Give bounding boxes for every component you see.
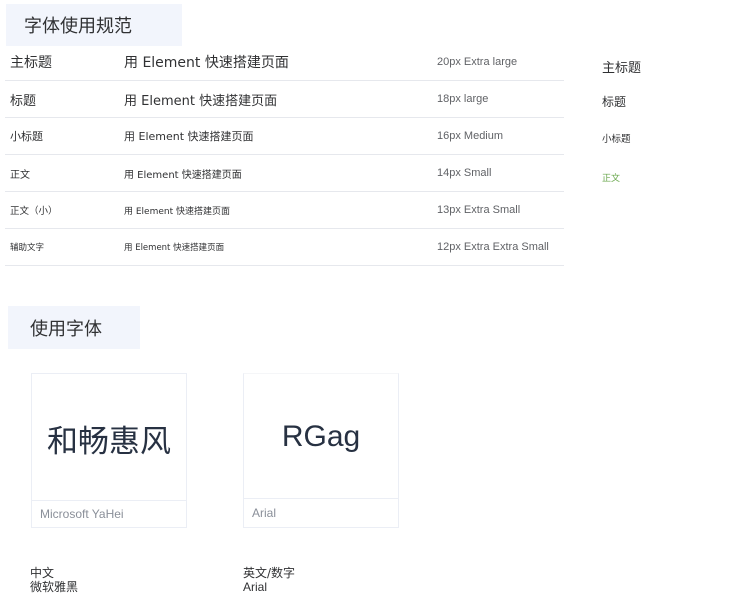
usage-font: 微软雅黑	[30, 580, 79, 594]
usage-language: 中文	[30, 566, 55, 580]
type-example: 用 Element 快速搭建页面	[124, 55, 289, 71]
font-usage-chinese: 中文 微软雅黑	[30, 566, 78, 594]
type-spec: 13px Extra Small	[437, 204, 521, 216]
type-example: 用 Element 快速搭建页面	[124, 169, 242, 181]
sample-main-title: 主标题	[602, 61, 642, 76]
type-spec: 20px Extra large	[437, 56, 518, 68]
font-name-label: Arial	[244, 498, 398, 527]
font-glyph-sample: RGag	[281, 419, 361, 453]
sample-title: 标题	[602, 95, 627, 109]
font-card-latin: RGag Arial	[243, 373, 399, 528]
usage-font: Arial	[243, 580, 268, 594]
section-title-text: 字体使用规范	[24, 16, 132, 37]
type-row-body: 正文 用 Element 快速搭建页面 14px Small	[5, 155, 564, 192]
type-spec: 14px Small	[437, 167, 492, 179]
type-example: 用 Element 快速搭建页面	[124, 206, 230, 217]
type-scale-table: 主标题 用 Element 快速搭建页面 20px Extra large 标题…	[5, 44, 564, 266]
section-title-typography: 字体使用规范	[6, 4, 182, 46]
type-name: 主标题	[10, 55, 52, 71]
type-example: 用 Element 快速搭建页面	[124, 93, 278, 109]
section-title-text: 使用字体	[30, 318, 102, 340]
usage-language: 英文/数字	[243, 566, 296, 580]
type-row-auxiliary: 辅助文字 用 Element 快速搭建页面 12px Extra Extra S…	[5, 229, 564, 266]
type-spec: 12px Extra Extra Small	[437, 241, 549, 253]
type-example: 用 Element 快速搭建页面	[124, 243, 225, 253]
section-title-fonts: 使用字体	[8, 306, 140, 349]
type-name: 小标题	[10, 130, 43, 143]
type-spec: 18px large	[437, 93, 489, 105]
sample-subtitle: 小标题	[602, 134, 631, 145]
sample-body: 正文	[602, 174, 621, 184]
type-example: 用 Element 快速搭建页面	[124, 130, 254, 143]
type-name: 辅助文字	[10, 243, 45, 253]
type-name: 标题	[10, 93, 37, 109]
type-name: 正文（小）	[10, 206, 58, 217]
type-row-main-title: 主标题 用 Element 快速搭建页面 20px Extra large	[5, 44, 564, 81]
font-usage-latin: 英文/数字 Arial	[243, 566, 295, 594]
type-name: 正文	[10, 169, 30, 181]
font-name-label: Microsoft YaHei	[32, 500, 186, 527]
type-row-body-small: 正文（小） 用 Element 快速搭建页面 13px Extra Small	[5, 192, 564, 229]
type-row-title: 标题 用 Element 快速搭建页面 18px large	[5, 81, 564, 118]
type-spec: 16px Medium	[437, 130, 504, 142]
type-row-subtitle: 小标题 用 Element 快速搭建页面 16px Medium	[5, 118, 564, 155]
font-glyph-sample: 和畅惠风	[47, 423, 171, 460]
font-card-chinese: 和畅惠风 Microsoft YaHei	[31, 373, 187, 528]
